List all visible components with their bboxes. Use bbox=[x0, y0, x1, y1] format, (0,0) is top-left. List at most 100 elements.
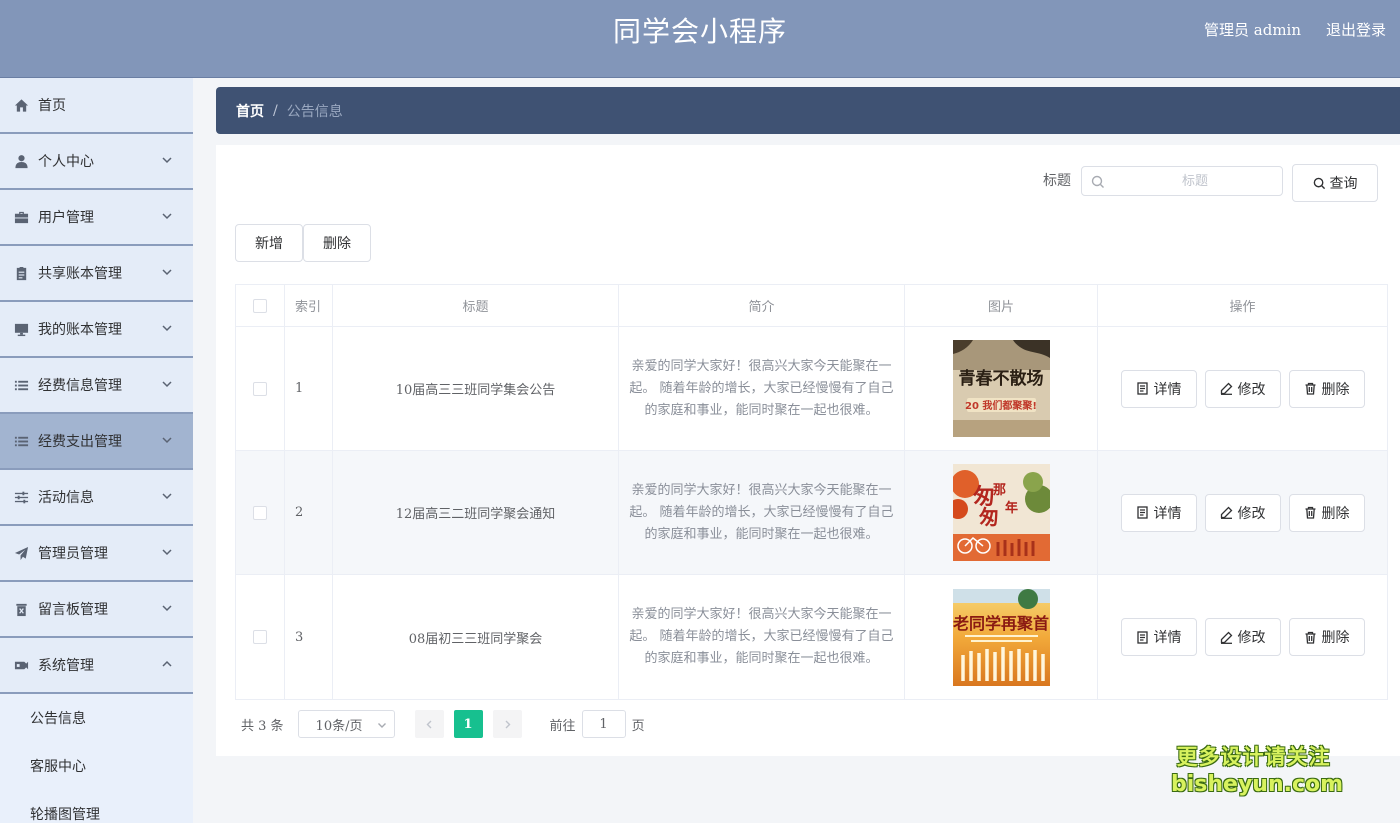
delete-button[interactable]: 删除 bbox=[1288, 493, 1365, 532]
home-icon bbox=[13, 97, 29, 113]
sidebar-item-personal-center[interactable]: 个人中心 bbox=[0, 134, 193, 190]
detail-button[interactable]: 详情 bbox=[1120, 618, 1197, 656]
query-button[interactable]: 查询 bbox=[1292, 164, 1378, 202]
table-header-row: 索引 标题 简介 图片 操作 bbox=[236, 285, 1387, 327]
monitor-icon bbox=[13, 321, 29, 337]
svg-text:老同学再聚首: 老同学再聚首 bbox=[953, 614, 1049, 633]
table-row: 2 12届高三二班同学聚会通知 亲爱的同学大家好！很高兴大家今天能聚在一起。 随… bbox=[236, 451, 1387, 575]
row-image-cell: 匆 那 匆 年 bbox=[905, 451, 1098, 574]
top-header: 同学会小程序 管理员 admin 退出登录 bbox=[0, 0, 1400, 78]
sidebar-item-label: 经费信息管理 bbox=[38, 378, 122, 394]
sidebar-item-user-management[interactable]: 用户管理 bbox=[0, 190, 193, 246]
edit-icon bbox=[1220, 382, 1232, 395]
select-all-cell bbox=[236, 285, 285, 326]
document-icon bbox=[1136, 382, 1148, 395]
chevron-down-icon bbox=[161, 210, 173, 222]
detail-button-label: 详情 bbox=[1153, 505, 1182, 522]
row-index: 3 bbox=[285, 575, 333, 699]
table-row: 1 10届高三三班同学集会公告 亲爱的同学大家好！很高兴大家今天能聚在一起。 随… bbox=[236, 327, 1387, 451]
breadcrumb-home-link[interactable]: 首页 bbox=[236, 101, 264, 121]
logout-button[interactable]: 退出登录 bbox=[1326, 19, 1386, 40]
search-input[interactable] bbox=[1110, 167, 1280, 195]
sidebar-item-label: 管理员管理 bbox=[38, 546, 108, 562]
chevron-down-icon bbox=[161, 266, 173, 278]
chevron-down-icon bbox=[161, 490, 173, 502]
sidebar-item-home[interactable]: 首页 bbox=[0, 78, 193, 134]
sidebar-item-label: 系统管理 bbox=[38, 658, 94, 674]
chevron-left-icon bbox=[426, 720, 432, 728]
sidebar-item-label: 我的账本管理 bbox=[38, 322, 122, 338]
sidebar-item-my-ledger[interactable]: 我的账本管理 bbox=[0, 302, 193, 358]
search-icon bbox=[1091, 174, 1105, 188]
table-row: 3 08届初三三班同学聚会 亲爱的同学大家好！很高兴大家今天能聚在一起。 随着年… bbox=[236, 575, 1387, 699]
sidebar-item-label: 活动信息 bbox=[38, 490, 94, 506]
add-button[interactable]: 新增 bbox=[235, 224, 303, 262]
select-all-checkbox[interactable] bbox=[253, 298, 267, 313]
trash-icon bbox=[1305, 631, 1315, 644]
row-intro: 亲爱的同学大家好！很高兴大家今天能聚在一起。 随着年龄的增长，大家已经慢慢有了自… bbox=[629, 482, 894, 542]
prev-page-button[interactable] bbox=[414, 710, 444, 738]
sidebar-item-funding-info[interactable]: 经费信息管理 bbox=[0, 358, 193, 414]
page-number-button[interactable]: 1 bbox=[453, 710, 483, 738]
sidebar-item-label: 个人中心 bbox=[38, 154, 94, 170]
edit-button-label: 修改 bbox=[1237, 505, 1266, 522]
column-header-index: 索引 bbox=[285, 285, 333, 326]
row-index: 2 bbox=[285, 451, 333, 574]
sidebar-item-message-board[interactable]: 留言板管理 bbox=[0, 582, 193, 638]
clipboard-icon bbox=[13, 265, 29, 281]
list-icon bbox=[13, 377, 29, 393]
sidebar-subitem-carousel[interactable]: 轮播图管理 bbox=[0, 790, 193, 823]
pagination-total: 共 3 条 bbox=[241, 718, 284, 734]
announcement-table: 索引 标题 简介 图片 操作 1 10届高三三班同学集会公告 亲爱的同学大家好！… bbox=[235, 284, 1388, 700]
row-checkbox[interactable] bbox=[253, 381, 267, 396]
edit-button[interactable]: 修改 bbox=[1204, 369, 1281, 408]
send-icon bbox=[13, 545, 29, 561]
goto-prefix: 前往 bbox=[549, 718, 576, 734]
goto-page-input[interactable]: 1 bbox=[581, 710, 626, 738]
sidebar-item-admin-management[interactable]: 管理员管理 bbox=[0, 526, 193, 582]
row-title: 08届初三三班同学聚会 bbox=[333, 575, 619, 699]
chevron-down-icon bbox=[161, 546, 173, 558]
sidebar-item-label: 用户管理 bbox=[38, 210, 94, 226]
sidebar-item-shared-ledger[interactable]: 共享账本管理 bbox=[0, 246, 193, 302]
row-checkbox[interactable] bbox=[253, 505, 267, 520]
edit-button[interactable]: 修改 bbox=[1204, 618, 1281, 656]
delete-button-label: 删除 bbox=[1321, 630, 1350, 646]
row-checkbox[interactable] bbox=[253, 630, 267, 644]
watermark: 更多设计请关注 bisheyun.com bbox=[1171, 744, 1343, 798]
chevron-right-icon bbox=[505, 720, 511, 728]
trash-box-icon bbox=[13, 601, 29, 617]
chevron-down-icon bbox=[161, 154, 173, 166]
page-size-value: 10条/页 bbox=[315, 718, 363, 734]
row-checkbox-cell bbox=[236, 327, 285, 450]
search-label: 标题 bbox=[1043, 173, 1071, 189]
edit-icon bbox=[1220, 506, 1232, 519]
svg-text:那: 那 bbox=[993, 483, 1006, 498]
chevron-up-icon bbox=[161, 658, 173, 670]
row-intro: 亲爱的同学大家好！很高兴大家今天能聚在一起。 随着年龄的增长，大家已经慢慢有了自… bbox=[629, 358, 894, 418]
search-field[interactable] bbox=[1081, 166, 1283, 196]
sidebar-item-system-management[interactable]: 系统管理 bbox=[0, 638, 193, 694]
sidebar-item-funding-expense[interactable]: 经费支出管理 bbox=[0, 414, 193, 470]
app-title: 同学会小程序 bbox=[612, 15, 787, 48]
user-icon bbox=[13, 153, 29, 169]
svg-text:匆: 匆 bbox=[978, 505, 999, 529]
goto-suffix: 页 bbox=[631, 718, 645, 734]
breadcrumb-current: 公告信息 bbox=[286, 103, 343, 120]
detail-button[interactable]: 详情 bbox=[1120, 493, 1197, 532]
sidebar-item-activity-info[interactable]: 活动信息 bbox=[0, 470, 193, 526]
page-size-select[interactable]: 10条/页 bbox=[297, 710, 395, 738]
delete-button[interactable]: 删除 bbox=[1288, 369, 1365, 408]
row-poster-image: 青春不散场 20 我们都聚聚! bbox=[952, 340, 1050, 437]
sidebar-subitem-customer-service[interactable]: 客服中心 bbox=[0, 742, 193, 790]
next-page-button[interactable] bbox=[492, 710, 522, 738]
sidebar-item-label: 首页 bbox=[38, 98, 66, 114]
batch-delete-button[interactable]: 删除 bbox=[303, 224, 371, 262]
edit-button[interactable]: 修改 bbox=[1204, 493, 1281, 532]
sidebar-subitem-announcements[interactable]: 公告信息 bbox=[0, 694, 193, 742]
detail-button[interactable]: 详情 bbox=[1120, 369, 1197, 408]
delete-button[interactable]: 删除 bbox=[1288, 618, 1365, 656]
chevron-down-icon bbox=[161, 434, 173, 446]
row-checkbox-cell bbox=[236, 575, 285, 699]
document-icon bbox=[1136, 506, 1148, 519]
